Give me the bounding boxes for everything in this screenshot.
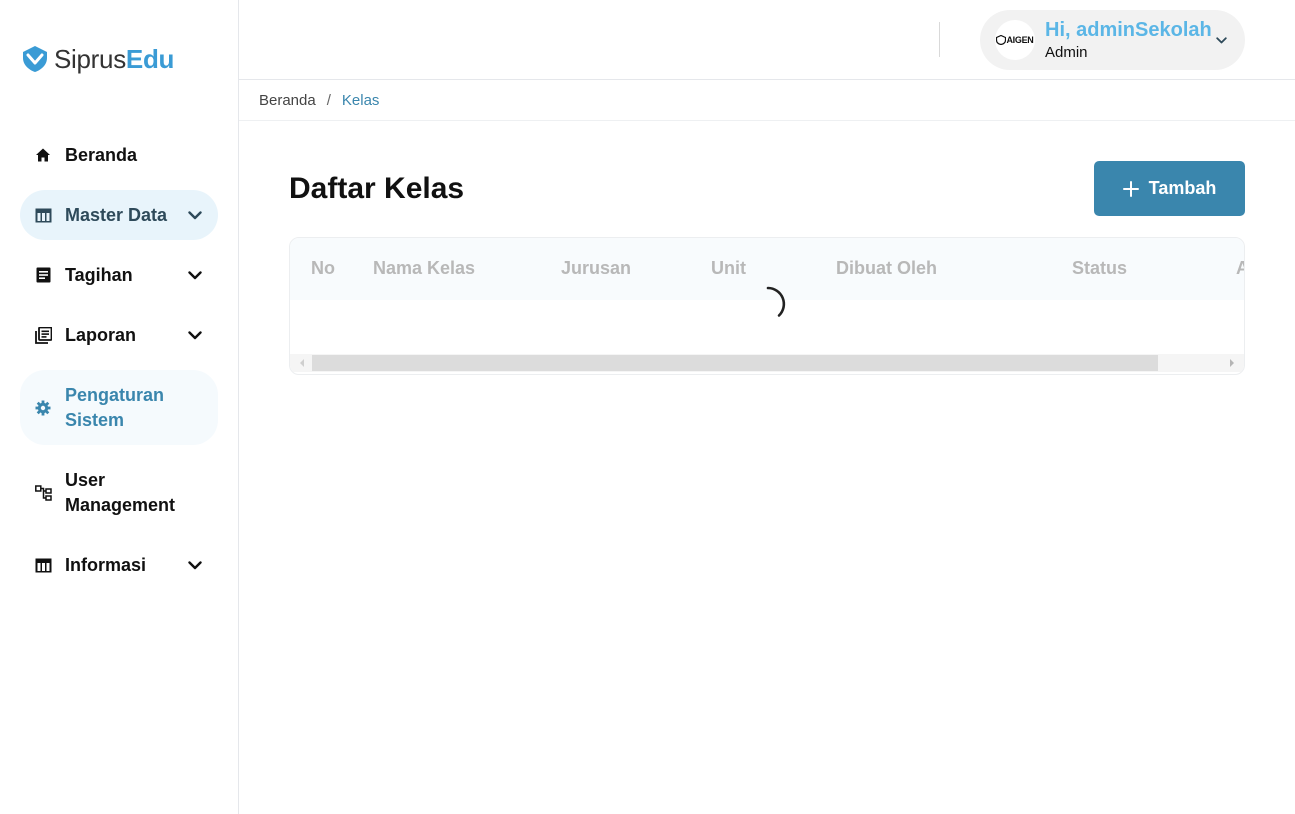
hierarchy-icon — [34, 484, 52, 502]
user-menu[interactable]: AIGEN Hi, adminSekolah Admin — [980, 10, 1245, 70]
avatar: AIGEN — [995, 20, 1035, 60]
user-role: Admin — [1045, 44, 1088, 61]
app-name: SiprusEdu — [54, 44, 174, 75]
sidebar-item-label: Laporan — [65, 324, 137, 345]
chevron-down-icon — [187, 207, 203, 223]
sidebar: SiprusEdu Beranda Master Data Tagihan La… — [0, 0, 239, 814]
avatar-logo-icon — [996, 35, 1007, 45]
app-name-part1: Siprus — [54, 43, 126, 74]
app-name-part2: Edu — [125, 43, 175, 74]
chevron-down-icon — [187, 267, 203, 283]
column-header-jurusan[interactable]: Jurusan — [561, 258, 631, 279]
sidebar-item-user-management[interactable]: User Management — [20, 455, 218, 530]
table-icon — [34, 206, 52, 224]
header-divider — [939, 22, 940, 57]
class-table: No Nama Kelas Jurusan Unit Dibuat Oleh S… — [289, 237, 1245, 375]
chevron-down-icon[interactable] — [1213, 32, 1229, 48]
sidebar-item-label: Pengaturan Sistem — [65, 384, 165, 430]
column-header-aksi[interactable]: A — [1236, 258, 1244, 279]
scroll-left-arrow-icon[interactable] — [298, 358, 306, 368]
sidebar-item-master-data[interactable]: Master Data — [20, 190, 218, 240]
table-icon — [34, 556, 52, 574]
loading-spinner-icon — [766, 286, 786, 317]
gear-icon — [34, 399, 52, 417]
sidebar-item-tagihan[interactable]: Tagihan — [20, 250, 218, 300]
logo-mark-icon — [23, 46, 47, 72]
column-header-status[interactable]: Status — [1072, 258, 1127, 279]
user-greeting: Hi, adminSekolah — [1045, 19, 1212, 41]
sidebar-item-label: Beranda — [65, 144, 138, 165]
sidebar-item-label: Informasi — [65, 554, 147, 575]
app-logo[interactable]: SiprusEdu — [20, 42, 174, 76]
sidebar-item-label: Master Data — [65, 204, 168, 225]
home-icon — [34, 146, 52, 164]
scroll-right-arrow-icon[interactable] — [1228, 358, 1236, 368]
plus-icon — [1122, 180, 1139, 197]
add-button-label: Tambah — [1148, 178, 1217, 198]
document-icon — [34, 266, 52, 284]
chevron-down-icon — [187, 327, 203, 343]
page-title: Daftar Kelas — [289, 172, 465, 205]
breadcrumb-home-link[interactable]: Beranda — [259, 92, 316, 109]
breadcrumb: Beranda / Kelas — [239, 80, 1295, 121]
chevron-down-icon — [187, 557, 203, 573]
column-header-dibuat-oleh[interactable]: Dibuat Oleh — [836, 258, 937, 279]
sidebar-item-beranda[interactable]: Beranda — [20, 130, 218, 180]
column-header-nama-kelas[interactable]: Nama Kelas — [373, 258, 475, 279]
breadcrumb-current: Kelas — [341, 91, 380, 109]
column-header-unit[interactable]: Unit — [711, 258, 746, 279]
avatar-text: AIGEN — [1006, 35, 1034, 45]
sidebar-item-laporan[interactable]: Laporan — [20, 310, 218, 360]
top-header: AIGEN Hi, adminSekolah Admin — [239, 0, 1295, 80]
user-info: Hi, adminSekolah Admin — [1045, 19, 1213, 61]
sidebar-item-label: User Management — [65, 469, 176, 515]
report-icon — [34, 326, 52, 344]
sidebar-item-label: Tagihan — [65, 264, 133, 285]
sidebar-item-pengaturan-sistem[interactable]: Pengaturan Sistem — [20, 370, 218, 445]
add-button[interactable]: Tambah — [1094, 161, 1245, 216]
sidebar-item-informasi[interactable]: Informasi — [20, 540, 218, 590]
breadcrumb-separator: / — [326, 91, 331, 109]
horizontal-scrollbar[interactable] — [290, 354, 1244, 372]
column-header-no[interactable]: No — [311, 258, 335, 279]
scrollbar-thumb[interactable] — [312, 355, 1158, 371]
